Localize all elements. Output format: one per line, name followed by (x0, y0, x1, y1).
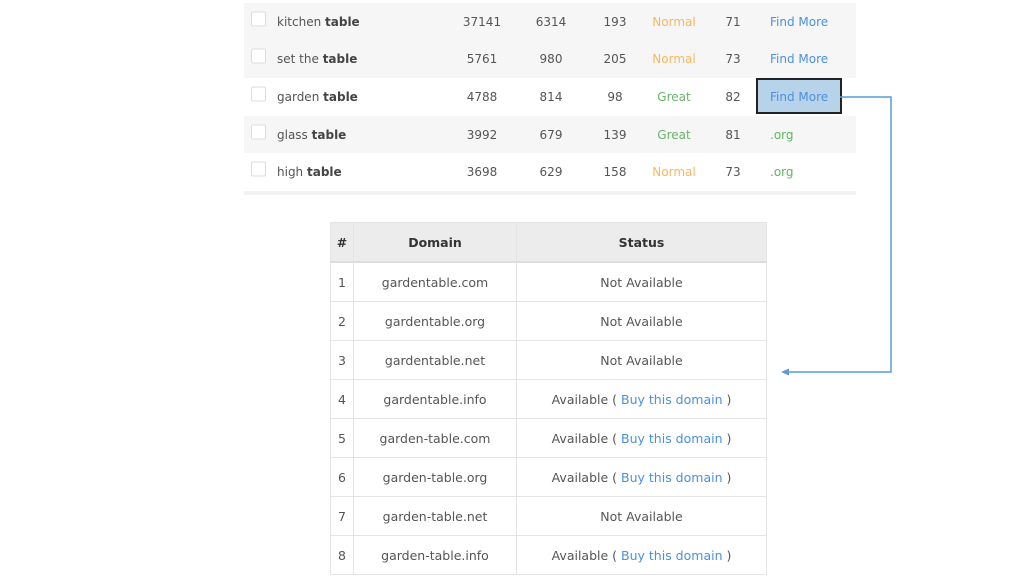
connector-arrow (781, 96, 892, 376)
